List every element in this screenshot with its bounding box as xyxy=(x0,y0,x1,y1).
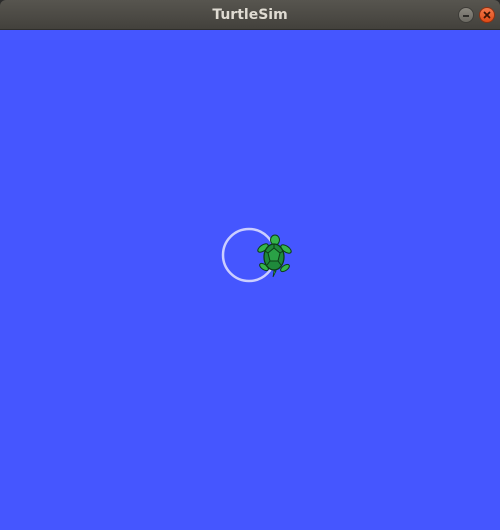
drawing-area xyxy=(221,227,292,283)
minimize-icon xyxy=(463,15,469,17)
close-button[interactable] xyxy=(479,7,495,23)
title-bar[interactable]: TurtleSim xyxy=(0,0,500,30)
turtlesim-window: TurtleSim xyxy=(0,0,500,530)
window-title: TurtleSim xyxy=(212,7,288,23)
turtle-icon xyxy=(257,234,292,278)
turtle-canvas[interactable] xyxy=(0,30,500,530)
minimize-button[interactable] xyxy=(458,7,474,23)
close-icon xyxy=(483,11,491,19)
